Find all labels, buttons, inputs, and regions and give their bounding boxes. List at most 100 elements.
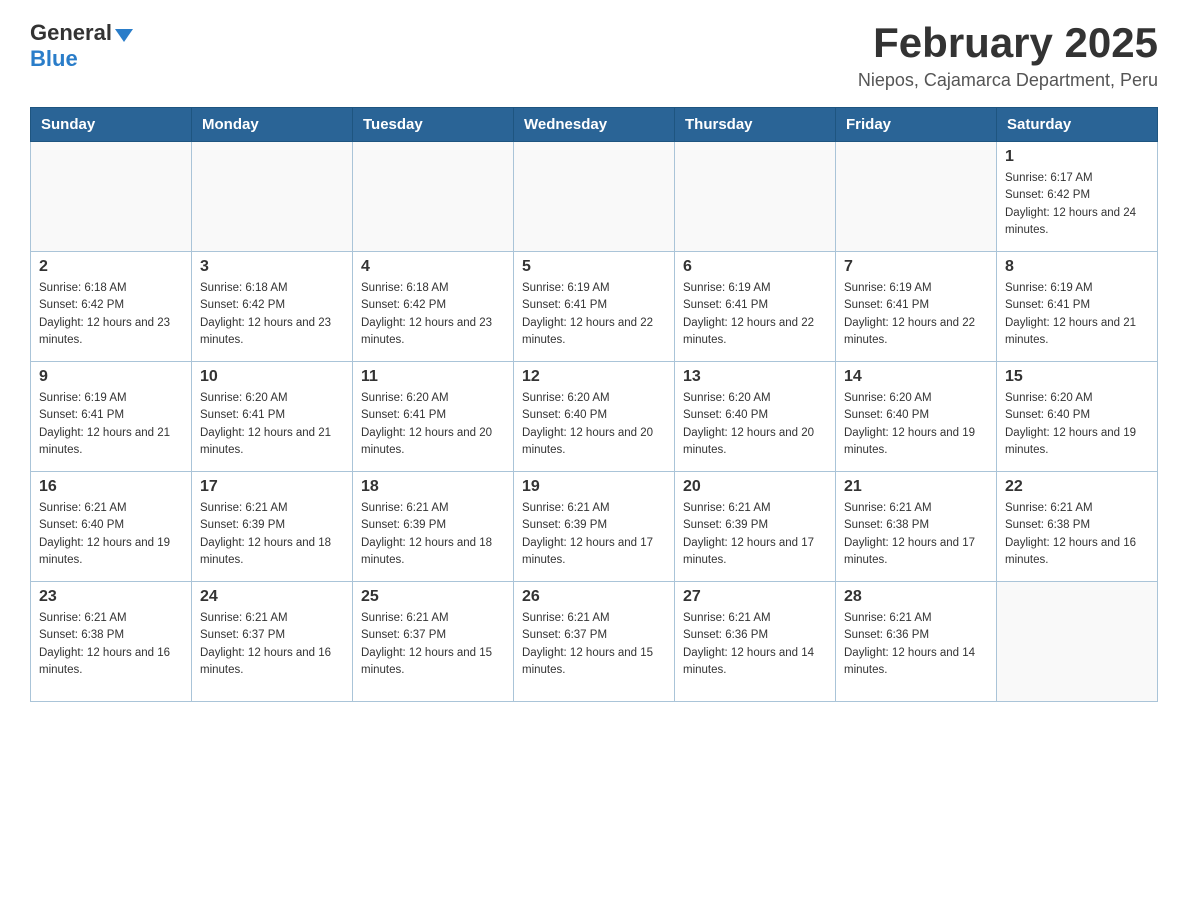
day-info: Sunrise: 6:21 AMSunset: 6:36 PMDaylight:… xyxy=(844,610,988,679)
calendar-cell: 26 Sunrise: 6:21 AMSunset: 6:37 PMDayligh… xyxy=(514,582,675,702)
day-info: Sunrise: 6:19 AMSunset: 6:41 PMDaylight:… xyxy=(1005,280,1149,349)
calendar-cell: 7 Sunrise: 6:19 AMSunset: 6:41 PMDaylight… xyxy=(836,252,997,362)
calendar-cell: 14 Sunrise: 6:20 AMSunset: 6:40 PMDayligh… xyxy=(836,362,997,472)
day-number: 17 xyxy=(200,478,344,496)
weekday-header-monday: Monday xyxy=(192,108,353,142)
day-info: Sunrise: 6:20 AMSunset: 6:41 PMDaylight:… xyxy=(361,390,505,459)
day-info: Sunrise: 6:19 AMSunset: 6:41 PMDaylight:… xyxy=(844,280,988,349)
week-row-4: 16 Sunrise: 6:21 AMSunset: 6:40 PMDayligh… xyxy=(31,472,1158,582)
day-number: 18 xyxy=(361,478,505,496)
day-number: 4 xyxy=(361,258,505,276)
day-info: Sunrise: 6:21 AMSunset: 6:38 PMDaylight:… xyxy=(1005,500,1149,569)
day-info: Sunrise: 6:21 AMSunset: 6:36 PMDaylight:… xyxy=(683,610,827,679)
calendar-cell: 11 Sunrise: 6:20 AMSunset: 6:41 PMDayligh… xyxy=(353,362,514,472)
day-number: 16 xyxy=(39,478,183,496)
day-info: Sunrise: 6:19 AMSunset: 6:41 PMDaylight:… xyxy=(522,280,666,349)
calendar-cell: 23 Sunrise: 6:21 AMSunset: 6:38 PMDayligh… xyxy=(31,582,192,702)
page-header: General Blue February 2025 Niepos, Cajam… xyxy=(30,20,1158,91)
calendar-cell: 1 Sunrise: 6:17 AMSunset: 6:42 PMDaylight… xyxy=(997,142,1158,252)
day-info: Sunrise: 6:20 AMSunset: 6:40 PMDaylight:… xyxy=(683,390,827,459)
calendar-cell: 5 Sunrise: 6:19 AMSunset: 6:41 PMDaylight… xyxy=(514,252,675,362)
calendar-cell: 9 Sunrise: 6:19 AMSunset: 6:41 PMDaylight… xyxy=(31,362,192,472)
day-info: Sunrise: 6:20 AMSunset: 6:41 PMDaylight:… xyxy=(200,390,344,459)
day-info: Sunrise: 6:21 AMSunset: 6:37 PMDaylight:… xyxy=(522,610,666,679)
calendar-cell xyxy=(353,142,514,252)
weekday-header-friday: Friday xyxy=(836,108,997,142)
calendar-cell: 28 Sunrise: 6:21 AMSunset: 6:36 PMDayligh… xyxy=(836,582,997,702)
day-number: 25 xyxy=(361,588,505,606)
day-number: 14 xyxy=(844,368,988,386)
location-title: Niepos, Cajamarca Department, Peru xyxy=(858,70,1158,91)
day-number: 7 xyxy=(844,258,988,276)
week-row-5: 23 Sunrise: 6:21 AMSunset: 6:38 PMDayligh… xyxy=(31,582,1158,702)
day-number: 1 xyxy=(1005,148,1149,166)
day-number: 5 xyxy=(522,258,666,276)
day-info: Sunrise: 6:20 AMSunset: 6:40 PMDaylight:… xyxy=(844,390,988,459)
calendar-cell xyxy=(675,142,836,252)
day-number: 21 xyxy=(844,478,988,496)
calendar-cell xyxy=(836,142,997,252)
day-number: 20 xyxy=(683,478,827,496)
calendar-cell: 22 Sunrise: 6:21 AMSunset: 6:38 PMDayligh… xyxy=(997,472,1158,582)
day-info: Sunrise: 6:21 AMSunset: 6:38 PMDaylight:… xyxy=(39,610,183,679)
weekday-header-row: SundayMondayTuesdayWednesdayThursdayFrid… xyxy=(31,108,1158,142)
calendar-cell xyxy=(192,142,353,252)
day-info: Sunrise: 6:21 AMSunset: 6:37 PMDaylight:… xyxy=(361,610,505,679)
weekday-header-sunday: Sunday xyxy=(31,108,192,142)
calendar-cell: 16 Sunrise: 6:21 AMSunset: 6:40 PMDayligh… xyxy=(31,472,192,582)
calendar-cell: 8 Sunrise: 6:19 AMSunset: 6:41 PMDaylight… xyxy=(997,252,1158,362)
day-info: Sunrise: 6:21 AMSunset: 6:39 PMDaylight:… xyxy=(522,500,666,569)
day-info: Sunrise: 6:20 AMSunset: 6:40 PMDaylight:… xyxy=(1005,390,1149,459)
day-number: 2 xyxy=(39,258,183,276)
week-row-2: 2 Sunrise: 6:18 AMSunset: 6:42 PMDaylight… xyxy=(31,252,1158,362)
calendar-cell: 3Sunrise: 6:18 AMSunset: 6:42 PMDaylight… xyxy=(192,252,353,362)
calendar-cell: 27Sunrise: 6:21 AMSunset: 6:36 PMDayligh… xyxy=(675,582,836,702)
day-info: Sunrise: 6:17 AMSunset: 6:42 PMDaylight:… xyxy=(1005,170,1149,239)
day-number: 26 xyxy=(522,588,666,606)
day-number: 8 xyxy=(1005,258,1149,276)
day-number: 19 xyxy=(522,478,666,496)
day-number: 9 xyxy=(39,368,183,386)
calendar-cell: 24Sunrise: 6:21 AMSunset: 6:37 PMDayligh… xyxy=(192,582,353,702)
day-number: 11 xyxy=(361,368,505,386)
logo-triangle-icon xyxy=(115,29,133,42)
calendar-cell: 2 Sunrise: 6:18 AMSunset: 6:42 PMDaylight… xyxy=(31,252,192,362)
calendar-cell: 19 Sunrise: 6:21 AMSunset: 6:39 PMDayligh… xyxy=(514,472,675,582)
logo: General Blue xyxy=(30,20,133,72)
day-number: 13 xyxy=(683,368,827,386)
day-number: 24 xyxy=(200,588,344,606)
calendar-cell: 12Sunrise: 6:20 AMSunset: 6:40 PMDayligh… xyxy=(514,362,675,472)
day-info: Sunrise: 6:18 AMSunset: 6:42 PMDaylight:… xyxy=(200,280,344,349)
weekday-header-thursday: Thursday xyxy=(675,108,836,142)
calendar-table: SundayMondayTuesdayWednesdayThursdayFrid… xyxy=(30,107,1158,702)
day-info: Sunrise: 6:18 AMSunset: 6:42 PMDaylight:… xyxy=(39,280,183,349)
calendar-cell: 13 Sunrise: 6:20 AMSunset: 6:40 PMDayligh… xyxy=(675,362,836,472)
day-number: 22 xyxy=(1005,478,1149,496)
calendar-cell xyxy=(31,142,192,252)
weekday-header-wednesday: Wednesday xyxy=(514,108,675,142)
calendar-cell: 20Sunrise: 6:21 AMSunset: 6:39 PMDayligh… xyxy=(675,472,836,582)
day-info: Sunrise: 6:21 AMSunset: 6:39 PMDaylight:… xyxy=(200,500,344,569)
calendar-cell: 18 Sunrise: 6:21 AMSunset: 6:39 PMDayligh… xyxy=(353,472,514,582)
calendar-cell: 21 Sunrise: 6:21 AMSunset: 6:38 PMDayligh… xyxy=(836,472,997,582)
day-info: Sunrise: 6:19 AMSunset: 6:41 PMDaylight:… xyxy=(39,390,183,459)
week-row-3: 9 Sunrise: 6:19 AMSunset: 6:41 PMDaylight… xyxy=(31,362,1158,472)
day-info: Sunrise: 6:21 AMSunset: 6:39 PMDaylight:… xyxy=(361,500,505,569)
calendar-cell xyxy=(514,142,675,252)
day-info: Sunrise: 6:19 AMSunset: 6:41 PMDaylight:… xyxy=(683,280,827,349)
calendar-cell: 6 Sunrise: 6:19 AMSunset: 6:41 PMDaylight… xyxy=(675,252,836,362)
calendar-cell: 25 Sunrise: 6:21 AMSunset: 6:37 PMDayligh… xyxy=(353,582,514,702)
title-area: February 2025 Niepos, Cajamarca Departme… xyxy=(858,20,1158,91)
day-number: 28 xyxy=(844,588,988,606)
day-number: 6 xyxy=(683,258,827,276)
day-number: 10 xyxy=(200,368,344,386)
day-info: Sunrise: 6:21 AMSunset: 6:38 PMDaylight:… xyxy=(844,500,988,569)
calendar-cell: 4 Sunrise: 6:18 AMSunset: 6:42 PMDaylight… xyxy=(353,252,514,362)
day-info: Sunrise: 6:21 AMSunset: 6:40 PMDaylight:… xyxy=(39,500,183,569)
day-number: 15 xyxy=(1005,368,1149,386)
day-info: Sunrise: 6:18 AMSunset: 6:42 PMDaylight:… xyxy=(361,280,505,349)
weekday-header-saturday: Saturday xyxy=(997,108,1158,142)
calendar-cell xyxy=(997,582,1158,702)
weekday-header-tuesday: Tuesday xyxy=(353,108,514,142)
day-number: 23 xyxy=(39,588,183,606)
